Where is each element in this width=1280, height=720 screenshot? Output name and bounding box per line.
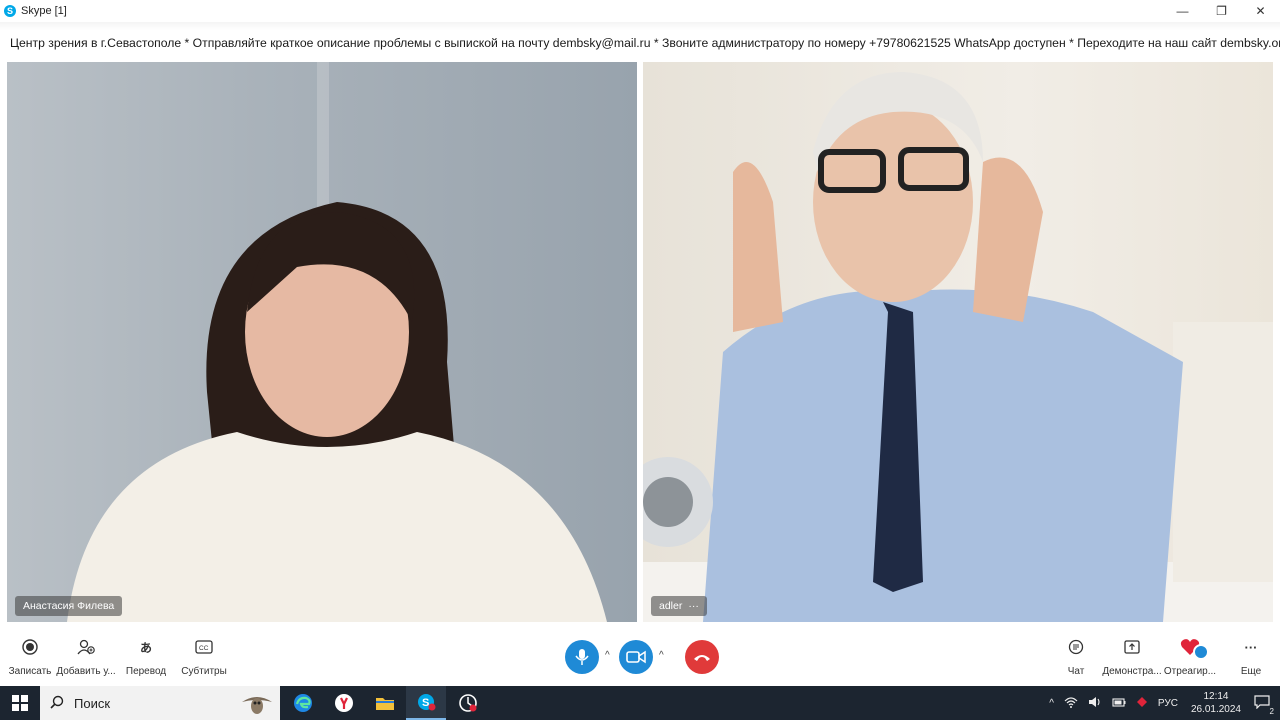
more-options-icon[interactable]: ···	[688, 600, 699, 612]
video-tile-participant-1[interactable]: Анастасия Филева	[7, 62, 637, 622]
video-tile-participant-2[interactable]: adler ···	[643, 62, 1273, 622]
subtitles-icon: CC	[193, 636, 215, 658]
hang-up-icon	[694, 655, 710, 661]
chat-button[interactable]: Чат	[1046, 636, 1106, 677]
microphone-icon	[575, 649, 589, 665]
add-user-icon	[75, 636, 97, 658]
camera-icon	[626, 650, 646, 664]
record-button[interactable]: Записать	[0, 636, 60, 677]
svg-text:CC: CC	[199, 645, 209, 652]
screen-share-icon	[1121, 636, 1143, 658]
network-icon[interactable]	[1064, 696, 1078, 711]
add-user-button[interactable]: Добавить у...	[56, 636, 116, 677]
app-tray-icon[interactable]	[1136, 696, 1148, 711]
translate-label: Перевод	[125, 666, 167, 677]
video-stage: Анастасия Филева adler ···	[0, 60, 1280, 625]
windows-logo-icon	[12, 695, 28, 711]
participant-name-tag[interactable]: adler ···	[651, 596, 707, 616]
skype-icon: S	[4, 5, 16, 17]
record-label: Записать	[8, 666, 52, 677]
volume-icon[interactable]	[1088, 696, 1102, 711]
search-placeholder: Поиск	[74, 695, 111, 711]
screen-recorder-icon	[459, 694, 477, 712]
react-label: Отреагир...	[1163, 666, 1217, 677]
restore-button[interactable]: ❐	[1202, 0, 1241, 22]
participant-name: Анастасия Филева	[23, 600, 115, 612]
add-user-label: Добавить у...	[56, 666, 116, 677]
react-button[interactable]: Отреагир...	[1160, 636, 1220, 677]
screen-share-label: Демонстра...	[1102, 666, 1162, 677]
skype-taskbar-button[interactable]: S	[406, 686, 446, 720]
folder-icon	[376, 698, 394, 710]
window-title: Skype [1]	[21, 5, 67, 17]
participant-name-tag: Анастасия Филева	[15, 596, 123, 616]
camera-options-chevron-icon[interactable]: ^	[659, 650, 664, 661]
translate-button[interactable]: あ Перевод	[116, 636, 176, 678]
more-label: Еще	[1240, 666, 1262, 677]
participant-2-video	[643, 72, 1273, 622]
input-language[interactable]: РУС	[1158, 698, 1178, 709]
system-tray: ^ РУС 12:14 26.01.2024 2	[1044, 686, 1280, 720]
chat-label: Чат	[1067, 666, 1085, 677]
yandex-icon	[335, 694, 353, 712]
microphone-button[interactable]	[565, 640, 599, 674]
file-explorer-taskbar-button[interactable]	[365, 686, 405, 720]
heart-icon	[1179, 636, 1209, 660]
window-controls: — ❐ ✕	[1163, 0, 1280, 22]
show-hidden-icons-chevron-icon[interactable]: ^	[1049, 698, 1054, 709]
edge-taskbar-button[interactable]	[283, 686, 323, 720]
screen-share-button[interactable]: Демонстра...	[1102, 636, 1162, 677]
participant-name: adler	[659, 600, 683, 612]
taskbar-clock[interactable]: 12:14 26.01.2024	[1191, 690, 1241, 716]
battery-icon[interactable]	[1112, 697, 1126, 710]
notification-count-badge: 2	[1268, 706, 1275, 716]
call-controls-bar: Записать Добавить у... あ Перевод CC Субт…	[0, 628, 1280, 686]
minimize-button[interactable]: —	[1163, 0, 1202, 22]
chat-icon	[1065, 636, 1087, 658]
svg-text:S: S	[422, 697, 429, 709]
microphone-options-chevron-icon[interactable]: ^	[605, 650, 610, 661]
title-bar: S Skype [1] — ❐ ✕	[0, 0, 1280, 22]
participant-1-video	[67, 62, 607, 622]
info-ticker: Центр зрения в г.Севастополе * Отправляй…	[10, 36, 1280, 50]
subtitles-label: Субтитры	[181, 666, 227, 677]
skype-icon: S	[418, 694, 436, 711]
translate-icon: あ	[139, 640, 152, 655]
clock-date: 26.01.2024	[1190, 704, 1241, 715]
edit-badge-icon	[1193, 644, 1209, 660]
notifications-button[interactable]: 2	[1254, 694, 1275, 716]
taskbar-search[interactable]: Поиск	[40, 686, 280, 720]
edge-icon	[294, 694, 312, 712]
close-button[interactable]: ✕	[1241, 0, 1280, 22]
more-icon: ···	[1244, 639, 1258, 655]
clock-time: 12:14	[1203, 691, 1229, 702]
end-call-button[interactable]	[685, 640, 719, 674]
record-icon	[19, 636, 41, 658]
recorder-taskbar-button[interactable]	[448, 686, 488, 720]
windows-taskbar: Поиск S ^ РУС 12:14 26.01.2024 2	[0, 686, 1280, 720]
search-icon	[50, 695, 64, 712]
start-button[interactable]	[0, 686, 40, 720]
yandex-taskbar-button[interactable]	[324, 686, 364, 720]
more-button[interactable]: ··· Еще	[1221, 636, 1280, 678]
owl-illustration-icon	[240, 690, 274, 716]
camera-button[interactable]	[619, 640, 653, 674]
subtitles-button[interactable]: CC Субтитры	[174, 636, 234, 677]
hidden-header-strip	[0, 22, 1280, 30]
